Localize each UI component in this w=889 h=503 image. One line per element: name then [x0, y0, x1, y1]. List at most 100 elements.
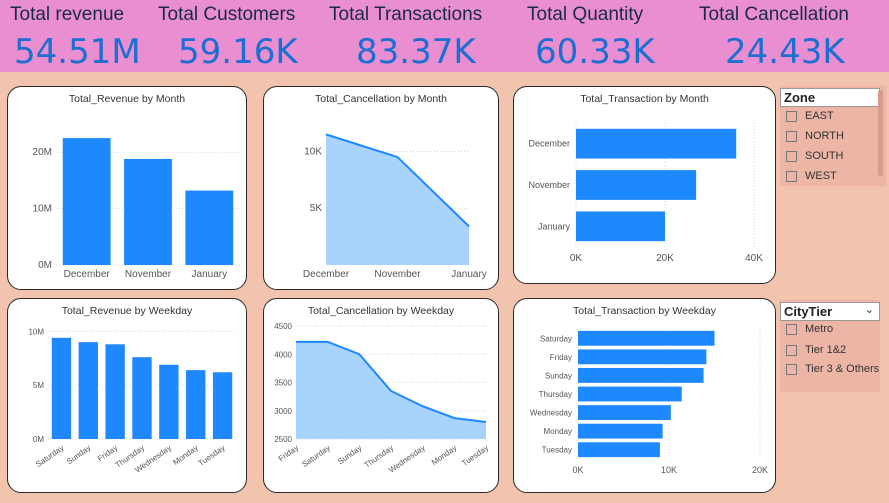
x-tick-label: Tuesday — [197, 443, 227, 468]
kpi-label-transactions: Total Transactions — [329, 4, 483, 25]
zone-slicer-title: Zone — [784, 90, 816, 105]
kpi-value-customers: 59.16K — [178, 32, 298, 72]
bar — [578, 442, 660, 458]
bar — [578, 386, 682, 402]
bar — [576, 170, 697, 200]
bar — [78, 342, 98, 439]
zone-option-east[interactable]: EAST — [786, 110, 834, 122]
y-tick-label: November — [528, 180, 570, 190]
chart-card-revenue-month[interactable]: Total_Revenue by Month 0M 10M 20M December N… — [7, 86, 247, 290]
checkbox-icon[interactable] — [786, 150, 797, 162]
zone-slicer: Zone EAST NORTH SOUTH WEST — [780, 86, 886, 186]
checkbox-icon[interactable] — [786, 344, 797, 356]
citytier-option-tier12[interactable]: Tier 1&2 — [786, 344, 846, 356]
y-tick-label: 5K — [310, 203, 323, 214]
x-tick-label: 20K — [752, 465, 768, 475]
x-tick-label: January — [451, 269, 487, 280]
chevron-down-icon[interactable]: ⌄ — [865, 303, 874, 316]
y-tick-label: Monday — [544, 427, 572, 436]
zone-option-north[interactable]: NORTH — [786, 130, 844, 142]
bar — [212, 372, 233, 439]
bar — [105, 344, 125, 439]
x-tick-label: Tuesday — [460, 443, 490, 468]
checkbox-icon[interactable] — [786, 170, 797, 182]
revenue-weekday-chart: 0M5M10MSaturday Sunday FridayThursdayWedne… — [28, 327, 236, 475]
x-tick-label: Sunday — [65, 443, 92, 466]
zone-option-label: EAST — [805, 110, 834, 122]
area-fill — [326, 134, 469, 265]
x-tick-label: December — [303, 269, 350, 280]
y-tick-label: Wednesday — [530, 409, 572, 418]
y-tick-label: 2500 — [274, 435, 292, 444]
y-tick-label: 4000 — [274, 350, 292, 359]
zone-option-west[interactable]: WEST — [786, 170, 837, 182]
zone-option-label: WEST — [805, 170, 837, 182]
zone-option-label: NORTH — [805, 130, 844, 142]
citytier-option-metro[interactable]: Metro — [786, 323, 833, 335]
y-tick-label: Tuesday — [542, 446, 572, 455]
bar — [578, 330, 715, 346]
x-tick-label: Friday — [277, 443, 300, 463]
transaction-weekday-chart: 0K 10K 20K Saturday Friday Sunday Thursday Wedn… — [530, 329, 768, 475]
bar — [576, 211, 665, 242]
y-tick-label: Sunday — [545, 371, 572, 380]
x-tick-label: November — [125, 269, 172, 280]
bar — [124, 158, 172, 265]
citytier-option-label: Tier 3 & Others — [805, 363, 880, 375]
chart-card-cancellation-weekday[interactable]: Total_Cancellation by Weekday 2500 3000 35… — [263, 298, 499, 493]
x-tick-label: December — [64, 269, 111, 280]
y-tick-label: 5M — [33, 381, 44, 390]
cancellation-weekday-chart: 2500 3000 3500 4000 4500 Friday Saturday Sunday… — [274, 322, 490, 475]
y-tick-label: Saturday — [540, 334, 572, 343]
bar — [578, 368, 704, 383]
x-tick-label: Sunday — [336, 443, 363, 466]
x-tick-label: January — [192, 269, 228, 280]
bar — [578, 405, 671, 420]
kpi-label-customers: Total Customers — [158, 4, 296, 25]
revenue-month-chart: 0M 10M 20M December November January — [33, 138, 240, 280]
x-tick-label: Monday — [171, 443, 199, 467]
transaction-month-chart: 0K 20K 40K December November January — [528, 123, 763, 264]
kpi-label-quantity: Total Quantity — [527, 4, 644, 25]
bar — [159, 364, 179, 439]
x-tick-label: November — [374, 269, 421, 280]
kpi-label-revenue: Total revenue — [10, 4, 125, 25]
y-tick-label: 3000 — [274, 407, 292, 416]
x-tick-label: Saturday — [34, 443, 65, 469]
y-tick-label: 0M — [38, 260, 52, 271]
y-tick-label: 3500 — [274, 379, 292, 388]
chart-card-transaction-month[interactable]: Total_Transaction by Month 0K 20K 40K Decem… — [513, 86, 776, 284]
bar — [132, 357, 152, 439]
bar — [62, 138, 111, 265]
zone-option-south[interactable]: SOUTH — [786, 150, 844, 162]
citytier-option-label: Metro — [805, 323, 834, 335]
chart-card-revenue-weekday[interactable]: Total_Revenue by Weekday 0M 5M 10M Saturday… — [7, 298, 247, 493]
chart-card-transaction-weekday[interactable]: Total_Transaction by Weekday 0K 10K 20K Sat… — [513, 298, 776, 493]
kpi-value-cancellation: 24.43K — [725, 32, 845, 72]
zone-scrollbar[interactable] — [878, 90, 883, 176]
checkbox-icon[interactable] — [786, 323, 797, 335]
bar — [186, 370, 206, 439]
x-tick-label: Saturday — [300, 443, 331, 469]
bar — [51, 337, 72, 439]
checkbox-icon[interactable] — [786, 130, 797, 142]
kpi-value-transactions: 83.37K — [356, 32, 476, 72]
x-tick-label: 0K — [572, 465, 583, 475]
kpi-label-cancellation: Total Cancellation — [699, 4, 849, 25]
bar — [576, 128, 737, 159]
y-tick-label: 10M — [28, 327, 44, 336]
y-tick-label: 10K — [304, 146, 322, 157]
x-tick-label: Monday — [430, 443, 458, 467]
y-tick-label: January — [538, 221, 571, 231]
bar — [185, 190, 234, 265]
cancellation-month-chart: 5K 10K December November January — [303, 133, 487, 280]
chart-card-cancellation-month[interactable]: Total_Cancellation by Month 5K 10K Decembe… — [263, 86, 499, 290]
citytier-option-tier3[interactable]: Tier 3 & Others — [786, 363, 879, 375]
checkbox-icon[interactable] — [786, 110, 797, 122]
y-tick-label: Friday — [550, 353, 572, 362]
x-tick-label: 0K — [570, 253, 583, 264]
checkbox-icon[interactable] — [786, 363, 797, 375]
zone-option-label: SOUTH — [805, 150, 844, 162]
kpi-value-quantity: 60.33K — [535, 32, 655, 72]
y-tick-label: 10M — [33, 204, 52, 215]
